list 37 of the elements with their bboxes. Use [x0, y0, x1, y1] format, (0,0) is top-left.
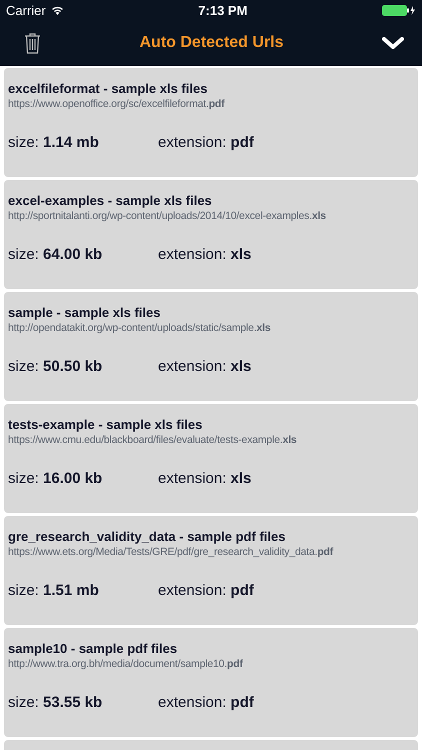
file-title: tests-example - sample xls files — [8, 417, 202, 432]
carrier-label: Carrier — [6, 2, 46, 18]
file-url: http://www.tra.org.bh/media/document/sample10.pdf — [8, 658, 243, 670]
file-extension: extension: xls — [158, 470, 252, 487]
clock: 7:13 PM — [198, 2, 248, 18]
file-url: https://www.openoffice.org/sc/excelfileformat.pdf — [8, 98, 224, 110]
url-card[interactable]: excel-examples - sample xls files http://sportnitalanti.org/wp-content/uploads/2014/10/excel-examples.xls size: 64.00 kb extension: xls — [4, 180, 418, 289]
url-card[interactable]: gre_research_validity_data - sample pdf files https://www.ets.org/Media/Tests/GRE/pdf/gre_research_validity_data.pdf size: 1.51 mb extension: pdf — [4, 516, 418, 625]
file-size: size: 1.14 mb — [8, 134, 100, 151]
file-title: excel-examples - sample xls files — [8, 193, 212, 208]
battery-icon — [382, 4, 416, 16]
file-title: sample - sample xls files — [8, 305, 160, 320]
file-extension: extension: xls — [158, 246, 252, 263]
url-card[interactable]: excelfileformat - sample xls files https://www.openoffice.org/sc/excelfileformat.pdf size: 1.14 mb extension: pdf — [4, 68, 418, 177]
chevron-down-icon[interactable] — [382, 36, 404, 50]
file-title: sample10 - sample pdf files — [8, 641, 178, 656]
url-card[interactable]: tests-example - sample xls files https://www.cmu.edu/blackboard/files/evaluate/tests-example.xls size: 16.00 kb extension: xls — [4, 404, 418, 513]
url-card[interactable]: sample10 - sample pdf files http://www.tra.org.bh/media/document/sample10.pdf size: 53.55 kb extension: pdf — [4, 628, 418, 737]
file-size: size: 1.51 mb — [8, 582, 100, 599]
file-size: size: 50.50 kb — [8, 358, 104, 375]
file-size: size: 53.55 kb — [8, 694, 104, 711]
file-extension: extension: xls — [158, 358, 252, 375]
file-url: http://sportnitalanti.org/wp-content/uploads/2014/10/excel-examples.xls — [8, 210, 326, 222]
screen-title: Auto Detected Urls — [139, 34, 284, 52]
file-url: https://www.ets.org/Media/Tests/GRE/pdf/gre_research_validity_data.pdf — [8, 546, 334, 558]
file-extension: extension: pdf — [158, 694, 255, 711]
file-title: excelfileformat - sample xls files — [8, 81, 208, 96]
file-extension: extension: pdf — [158, 134, 255, 151]
file-size: size: 64.00 kb — [8, 246, 104, 263]
file-url: https://www.cmu.edu/blackboard/files/evaluate/tests-example.xls — [8, 434, 297, 446]
file-size: size: 16.00 kb — [8, 470, 104, 487]
file-title: gre_research_validity_data - sample pdf files — [8, 529, 286, 544]
url-card[interactable]: sample - sample xls files http://opendatakit.org/wp-content/uploads/static/sample.xls size: 50.50 kb extension: xls — [4, 292, 418, 401]
trash-icon[interactable] — [24, 32, 41, 54]
file-extension: extension: pdf — [158, 582, 255, 599]
wifi-icon — [50, 5, 64, 15]
file-url: http://opendatakit.org/wp-content/uploads/static/sample.xls — [8, 322, 271, 334]
